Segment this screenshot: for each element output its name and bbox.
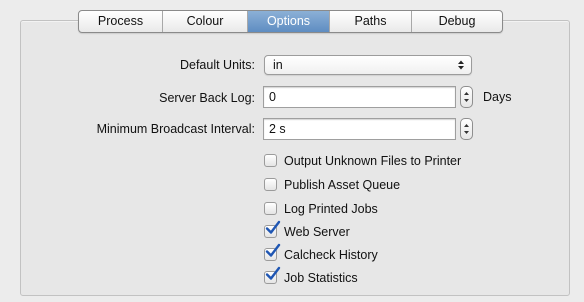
default-units-label: Default Units: [179,58,255,72]
server-back-log-stepper[interactable] [460,86,473,108]
default-units-value: in [273,58,283,72]
server-back-log-field[interactable]: 0 [263,86,456,108]
tab-paths[interactable]: Paths [330,11,412,32]
tab-options[interactable]: Options [248,11,330,32]
min-broadcast-interval-field[interactable]: 2 s [263,118,456,140]
checkmark-icon [265,243,281,257]
min-broadcast-interval-stepper[interactable] [460,118,473,140]
server-back-log-units: Days [483,90,512,104]
checkbox-box[interactable] [264,154,277,167]
default-units-select[interactable]: in [264,55,472,75]
checkbox-label: Publish Asset Queue [284,178,401,192]
min-broadcast-interval-label: Minimum Broadcast Interval: [96,122,255,136]
tab-debug[interactable]: Debug [412,11,502,32]
select-arrows-icon [458,60,464,70]
checkbox-label: Log Printed Jobs [284,202,378,216]
checkbox-box[interactable] [264,202,277,215]
checkbox-label: Job Statistics [284,271,358,285]
stepper-arrows-icon [464,124,469,134]
checkmark-icon [265,220,281,234]
tab-bar: Process Colour Options Paths Debug [78,10,503,33]
tab-process[interactable]: Process [79,11,163,32]
checkbox-box[interactable] [264,178,277,191]
checkbox-label: Web Server [284,225,350,239]
server-back-log-label: Server Back Log: [159,91,255,105]
checkbox-label: Output Unknown Files to Printer [284,154,462,168]
checkbox-label: Calcheck History [284,248,378,262]
tab-colour[interactable]: Colour [163,11,248,32]
checkmark-icon [265,266,281,280]
stepper-arrows-icon [464,92,469,102]
